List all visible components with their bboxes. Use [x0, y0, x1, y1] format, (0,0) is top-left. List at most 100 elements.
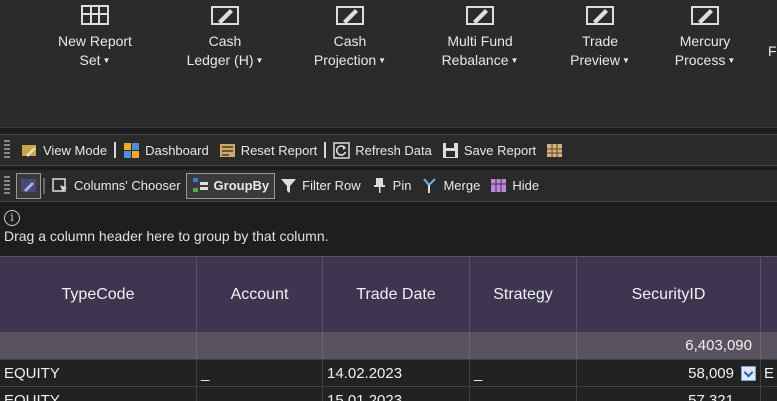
- summary-row: 6,403,090: [0, 332, 777, 359]
- group-by-hint: Drag a column header here to group by th…: [4, 228, 329, 244]
- column-header-securityid[interactable]: SecurityID: [577, 257, 761, 333]
- toolbar-divider: [43, 177, 45, 194]
- dashboard-button[interactable]: Dashboard: [118, 137, 214, 163]
- cell-typecode[interactable]: EQUITY: [0, 360, 197, 387]
- dashboard-label: Dashboard: [145, 142, 209, 158]
- hide-columns-icon: [491, 179, 507, 192]
- ribbon-label-1: Cash: [208, 33, 242, 49]
- reset-report-icon: [219, 143, 235, 157]
- edit-icon: [586, 6, 614, 25]
- groupby-icon: [192, 178, 208, 192]
- dropdown-button[interactable]: [741, 366, 756, 381]
- column-header-label: SecurityID: [631, 286, 706, 303]
- ribbon-label-1: Cash: [333, 33, 367, 49]
- cell-securityid[interactable]: 57,321: [577, 387, 761, 401]
- hide-button[interactable]: Hide: [485, 173, 544, 199]
- multi-fund-rebalance-button[interactable]: Multi Fund Rebalance ▼: [425, 0, 535, 98]
- grid-toolbar: Columns' Chooser GroupBy Filter Row Pin …: [0, 170, 777, 202]
- ribbon-label-1: Trade: [581, 33, 619, 49]
- save-report-label: Save Report: [463, 142, 537, 158]
- edit-mode-icon: [21, 179, 36, 192]
- hide-label: Hide: [512, 178, 540, 193]
- column-header-next[interactable]: [761, 257, 777, 333]
- ribbon-label-2: Projection ▼: [313, 52, 387, 68]
- column-header-label: TypeCode: [61, 286, 135, 303]
- ribbon-label-2: Process ▼: [674, 52, 736, 68]
- ribbon-cut-button[interactable]: F: [768, 0, 777, 98]
- edit-icon: [211, 6, 239, 25]
- grid-header: TypeCode Account Trade Date Strategy Sec…: [0, 256, 777, 333]
- cell-trade-date[interactable]: 15.01.2023: [323, 387, 470, 401]
- table-icon: [547, 143, 563, 157]
- column-header-account[interactable]: Account: [197, 257, 323, 333]
- save-icon: [442, 142, 458, 158]
- grid-icon: [81, 5, 109, 25]
- ribbon: New Report Set ▼ Cash Ledger (H) ▼ Cash Pr…: [0, 0, 777, 128]
- filter-row-button[interactable]: Filter Row: [275, 173, 366, 199]
- cell-strategy[interactable]: _: [470, 360, 577, 387]
- ribbon-label-1: New Report: [58, 33, 132, 49]
- cell-securityid-value: 58,009: [688, 365, 734, 382]
- column-header-label: Trade Date: [356, 286, 436, 303]
- columns-chooser-icon: [52, 178, 67, 192]
- edit-mode-button[interactable]: [16, 172, 41, 199]
- new-report-set-button[interactable]: New Report Set ▼: [40, 0, 150, 98]
- ribbon-label-2: Set ▼: [79, 52, 111, 68]
- column-header-trade-date[interactable]: Trade Date: [323, 257, 470, 333]
- edit-icon: [466, 6, 494, 25]
- mercury-process-button[interactable]: Mercury Process ▼: [660, 0, 750, 98]
- column-header-typecode[interactable]: TypeCode: [0, 257, 197, 333]
- cell-typecode[interactable]: EQUITY: [0, 387, 197, 401]
- cell-account[interactable]: [197, 387, 323, 401]
- toolbar-grip[interactable]: [4, 175, 10, 196]
- ribbon-cut-label: F: [768, 43, 777, 59]
- groupby-label: GroupBy: [213, 178, 270, 193]
- summary-securityid: 6,403,090: [577, 332, 761, 359]
- ribbon-label-2: Ledger (H) ▼: [186, 52, 264, 68]
- summary-cell: [0, 332, 197, 359]
- cash-projection-button[interactable]: Cash Projection ▼: [300, 0, 400, 98]
- columns-chooser-button[interactable]: Columns' Chooser: [47, 173, 186, 199]
- table-row[interactable]: EQUITY _ 14.02.2023 _ 58,009 E: [0, 359, 777, 387]
- dashboard-icon: [124, 142, 140, 158]
- view-mode-button[interactable]: View Mode: [16, 137, 112, 163]
- filter-icon: [281, 179, 297, 193]
- edit-icon: [691, 6, 719, 25]
- cash-ledger-button[interactable]: Cash Ledger (H) ▼: [170, 0, 280, 98]
- reset-report-button[interactable]: Reset Report: [214, 137, 323, 163]
- cell-next[interactable]: E: [761, 360, 777, 387]
- refresh-data-label: Refresh Data: [355, 142, 432, 158]
- export-button[interactable]: [541, 137, 568, 163]
- summary-cell: [470, 332, 577, 359]
- pin-icon: [373, 178, 385, 193]
- info-icon: i: [4, 210, 20, 226]
- reset-report-label: Reset Report: [240, 142, 318, 158]
- toolbar-divider: [324, 142, 327, 158]
- summary-cell: [197, 332, 323, 359]
- filter-row-label: Filter Row: [302, 178, 361, 193]
- groupby-button[interactable]: GroupBy: [185, 172, 276, 199]
- refresh-data-button[interactable]: Refresh Data: [328, 137, 437, 163]
- cell-trade-date[interactable]: 14.02.2023: [323, 360, 470, 387]
- cell-account[interactable]: _: [197, 360, 323, 387]
- ribbon-label-2: Preview ▼: [570, 52, 630, 68]
- cell-securityid[interactable]: 58,009: [577, 360, 761, 387]
- columns-chooser-label: Columns' Chooser: [74, 178, 181, 193]
- ribbon-label-1: Multi Fund: [447, 33, 513, 49]
- toolbar-grip[interactable]: [4, 140, 10, 160]
- report-toolbar: View Mode Dashboard Reset Report Refresh…: [0, 134, 777, 166]
- group-by-panel[interactable]: i Drag a column header here to group by …: [0, 206, 777, 256]
- cell-next[interactable]: [761, 387, 777, 401]
- table-row[interactable]: EQUITY 15.01.2023 57,321: [0, 386, 777, 401]
- column-header-label: Account: [230, 286, 289, 303]
- column-header-label: Strategy: [493, 286, 553, 303]
- cell-strategy[interactable]: [470, 387, 577, 401]
- merge-button[interactable]: Merge: [416, 173, 485, 199]
- trade-preview-button[interactable]: Trade Preview ▼: [555, 0, 645, 98]
- ribbon-label-1: Mercury: [679, 33, 731, 49]
- pin-button[interactable]: Pin: [366, 173, 417, 199]
- summary-cell: [323, 332, 470, 359]
- column-header-strategy[interactable]: Strategy: [470, 257, 577, 333]
- merge-icon: [423, 178, 437, 193]
- save-report-button[interactable]: Save Report: [437, 137, 541, 163]
